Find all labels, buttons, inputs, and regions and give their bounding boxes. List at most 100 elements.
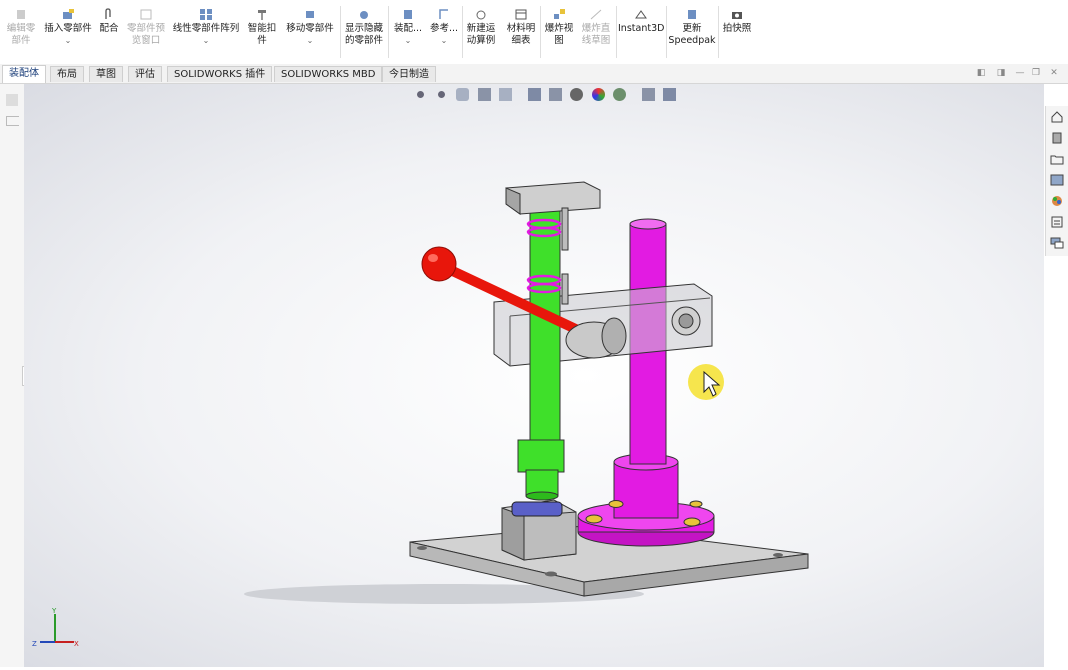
- previous-view-icon[interactable]: [456, 88, 470, 101]
- display-style-icon[interactable]: [549, 88, 563, 101]
- ribbon-separator: [540, 6, 541, 58]
- view-settings-icon[interactable]: [641, 88, 655, 101]
- linear-pattern-icon: [200, 9, 212, 20]
- dropdown-arrow-icon[interactable]: ⌄: [282, 35, 338, 47]
- move-component-button[interactable]: 移动零部件 ⌄: [282, 8, 338, 47]
- reference-geometry-label: 参考...: [429, 23, 459, 34]
- new-motion-study-button[interactable]: 新建运 动算例: [464, 8, 498, 47]
- reference-geometry-icon: [439, 9, 448, 19]
- component-preview-label: 零部件预 览窗口: [126, 23, 165, 46]
- design-library-icon[interactable]: [1050, 131, 1064, 145]
- instant3d-button[interactable]: Instant3D: [618, 8, 664, 35]
- speedpak-icon: [688, 10, 696, 19]
- edit-component-button[interactable]: 编辑零 部件: [4, 8, 38, 47]
- forum-icon[interactable]: [1050, 236, 1064, 250]
- take-snapshot-label: 拍快照: [722, 23, 752, 34]
- section-view-icon[interactable]: [477, 88, 491, 101]
- tab-assembly[interactable]: 装配体: [2, 65, 46, 83]
- graphics-area[interactable]: Y X Z: [24, 84, 1044, 667]
- show-hidden-icon: [360, 11, 368, 19]
- exploded-view-button[interactable]: 爆炸视 图: [542, 8, 576, 47]
- command-manager-ribbon: 编辑零 部件 插入零部件 ⌄ 配合 零部件预 览窗口 线性零部件阵列 ⌄ 智能扣…: [0, 0, 1068, 65]
- linear-pattern-button[interactable]: 线性零部件阵列 ⌄: [170, 8, 242, 47]
- collapse-icon[interactable]: ◧: [976, 68, 986, 78]
- bill-of-materials-label: 材料明 细表: [506, 23, 536, 46]
- ribbon-separator: [340, 6, 341, 58]
- mate-label: 配合: [99, 23, 119, 34]
- preview-window-icon: [140, 9, 152, 20]
- reference-geometry-button[interactable]: 参考... ⌄: [428, 8, 460, 47]
- update-speedpak-label: 更新 Speedpak: [668, 23, 716, 46]
- view-orientation-icon[interactable]: [527, 88, 541, 101]
- hide-show-icon[interactable]: [570, 88, 584, 101]
- smart-fasteners-button[interactable]: 智能扣 件: [246, 8, 278, 47]
- tab-solidworks-mbd[interactable]: SOLIDWORKS MBD: [274, 66, 383, 82]
- smart-fastener-icon: [258, 10, 266, 20]
- tab-manufacturing[interactable]: 今日制造: [382, 66, 436, 82]
- dropdown-arrow-icon[interactable]: ⌄: [428, 35, 460, 47]
- linear-pattern-label: 线性零部件阵列: [172, 23, 240, 34]
- component-preview-button[interactable]: 零部件预 览窗口: [126, 8, 166, 47]
- minimize-icon[interactable]: —: [1015, 68, 1025, 78]
- restore-icon[interactable]: ❐: [1031, 68, 1041, 78]
- dropdown-arrow-icon[interactable]: ⌄: [170, 35, 242, 47]
- file-explorer-icon[interactable]: [1050, 152, 1064, 166]
- view-palette-icon[interactable]: [1050, 173, 1064, 187]
- explode-line-sketch-label: 爆炸直 线草图: [581, 23, 611, 46]
- coordinate-triad: Y X Z: [32, 607, 79, 648]
- tab-layout[interactable]: 布局: [50, 66, 84, 82]
- new-motion-study-label: 新建运 动算例: [466, 23, 496, 46]
- dynamic-annotation-icon[interactable]: [498, 88, 512, 101]
- dropdown-arrow-icon[interactable]: ⌄: [42, 35, 94, 47]
- explode-line-icon: [590, 9, 602, 20]
- property-manager-icon[interactable]: [6, 116, 19, 126]
- heads-up-view-toolbar: [414, 88, 681, 102]
- bill-of-materials-button[interactable]: 材料明 细表: [504, 8, 538, 47]
- custom-properties-icon[interactable]: [1050, 215, 1064, 229]
- insert-component-icon: [63, 9, 74, 19]
- triad-y-label: Y: [51, 607, 57, 615]
- assembly-features-icon: [404, 10, 412, 19]
- insert-component-label: 插入零部件: [44, 23, 92, 34]
- tab-evaluate[interactable]: 评估: [128, 66, 162, 82]
- instant3d-icon: [635, 10, 647, 19]
- appearances-icon[interactable]: [1050, 194, 1064, 208]
- ribbon-separator: [616, 6, 617, 58]
- zoom-to-fit-icon[interactable]: [414, 88, 427, 101]
- tab-sketch[interactable]: 草图: [89, 66, 123, 82]
- workpiece: [511, 501, 563, 517]
- instant3d-label: Instant3D: [618, 23, 665, 34]
- update-speedpak-button[interactable]: 更新 Speedpak: [668, 8, 716, 47]
- dropdown-arrow-icon[interactable]: ⌄: [392, 35, 424, 47]
- tab-solidworks-addins[interactable]: SOLIDWORKS 插件: [167, 66, 273, 82]
- display-pane-icon[interactable]: [663, 88, 677, 101]
- camera-icon: [732, 12, 742, 19]
- triad-z-label: Z: [32, 640, 37, 648]
- apply-scene-icon[interactable]: [612, 88, 626, 101]
- edit-component-label: 编辑零 部件: [6, 23, 36, 46]
- smart-fasteners-label: 智能扣 件: [247, 23, 277, 46]
- home-icon[interactable]: [1050, 110, 1064, 124]
- exploded-view-icon: [554, 9, 565, 19]
- assembly-features-button[interactable]: 装配... ⌄: [392, 8, 424, 47]
- zoom-area-icon[interactable]: [435, 88, 449, 101]
- take-snapshot-button[interactable]: 拍快照: [720, 8, 754, 35]
- feature-tree-icon[interactable]: [6, 94, 18, 106]
- insert-component-button[interactable]: 插入零部件 ⌄: [42, 8, 94, 47]
- ribbon-separator: [718, 6, 719, 58]
- bom-table-icon: [515, 9, 527, 20]
- triad-x-label: X: [74, 640, 79, 648]
- close-icon[interactable]: ✕: [1049, 68, 1059, 78]
- expand-icon[interactable]: ◨: [996, 68, 1006, 78]
- command-manager-tabs: 装配体 布局 草图 评估 SOLIDWORKS 插件 SOLIDWORKS MB…: [0, 64, 1068, 84]
- die-block: [501, 499, 577, 561]
- explode-line-sketch-button[interactable]: 爆炸直 线草图: [578, 8, 614, 47]
- exploded-view-label: 爆炸视 图: [544, 23, 574, 46]
- ribbon-separator: [666, 6, 667, 58]
- show-hidden-components-button[interactable]: 显示隐藏 的零部件: [342, 8, 386, 47]
- mouse-cursor-highlight: [688, 364, 724, 400]
- mate-button[interactable]: 配合: [98, 8, 120, 35]
- task-pane-tabs: [1045, 106, 1068, 256]
- move-component-icon: [306, 11, 314, 18]
- edit-appearance-icon[interactable]: [591, 88, 605, 101]
